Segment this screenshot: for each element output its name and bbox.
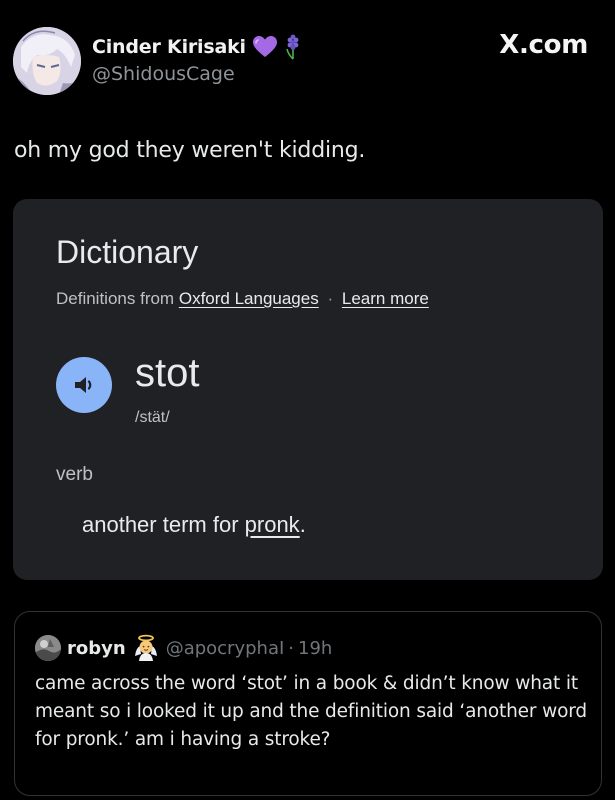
- pronunciation-text: /stät/: [135, 409, 170, 426]
- post-text: oh my god they weren't kidding.: [14, 138, 366, 163]
- oxford-languages-link: Oxford Languages: [178, 289, 319, 308]
- quoted-post-time[interactable]: 19h: [298, 638, 332, 659]
- quoted-author-name[interactable]: robyn: [67, 638, 126, 659]
- part-of-speech: verb: [56, 464, 93, 485]
- definition-prefix: another term for: [82, 512, 245, 537]
- learn-more-link: Learn more: [341, 289, 429, 308]
- quoted-post[interactable]: robyn @apocryphaI · 19h came across the …: [14, 611, 602, 796]
- site-label: X.com: [499, 30, 588, 60]
- definition-text: another term for pronk.: [82, 512, 306, 538]
- angel-icon: [134, 634, 157, 661]
- quoted-post-text: came across the word ‘stot’ in a book & …: [35, 673, 587, 750]
- speaker-icon: [75, 377, 92, 393]
- author-name-row: Cinder Kirisaki: [92, 33, 302, 61]
- quoted-post-header: robyn @apocryphaI · 19h: [35, 634, 332, 662]
- dictionary-headword: stot: [135, 351, 200, 395]
- dictionary-source-line: Definitions from Oxford Languages · Lear…: [56, 289, 429, 309]
- source-prefix: Definitions from: [56, 289, 175, 308]
- purple-heart-icon: [252, 36, 277, 57]
- pronk-link: pronk: [244, 512, 300, 537]
- hyacinth-icon: [286, 34, 299, 60]
- quoted-author-avatar[interactable]: [35, 635, 61, 661]
- author-display-name[interactable]: Cinder Kirisaki: [92, 36, 246, 58]
- dictionary-title: Dictionary: [56, 234, 199, 270]
- anime-avatar-icon: [13, 27, 81, 95]
- author-avatar[interactable]: [13, 27, 81, 95]
- source-separator: ·: [327, 289, 334, 308]
- dictionary-card-image[interactable]: Dictionary Definitions from Oxford Langu…: [13, 199, 603, 580]
- quoted-author-handle[interactable]: @apocryphaI: [166, 638, 285, 659]
- header-separator-dot: ·: [288, 637, 295, 659]
- post-screenshot: Cinder Kirisaki @ShidousCage X.com oh my…: [0, 0, 615, 800]
- definition-suffix: .: [299, 512, 306, 537]
- pronunciation-speaker-button: [56, 357, 112, 413]
- author-handle[interactable]: @ShidousCage: [92, 63, 235, 85]
- avatar-photo-icon: [35, 635, 61, 661]
